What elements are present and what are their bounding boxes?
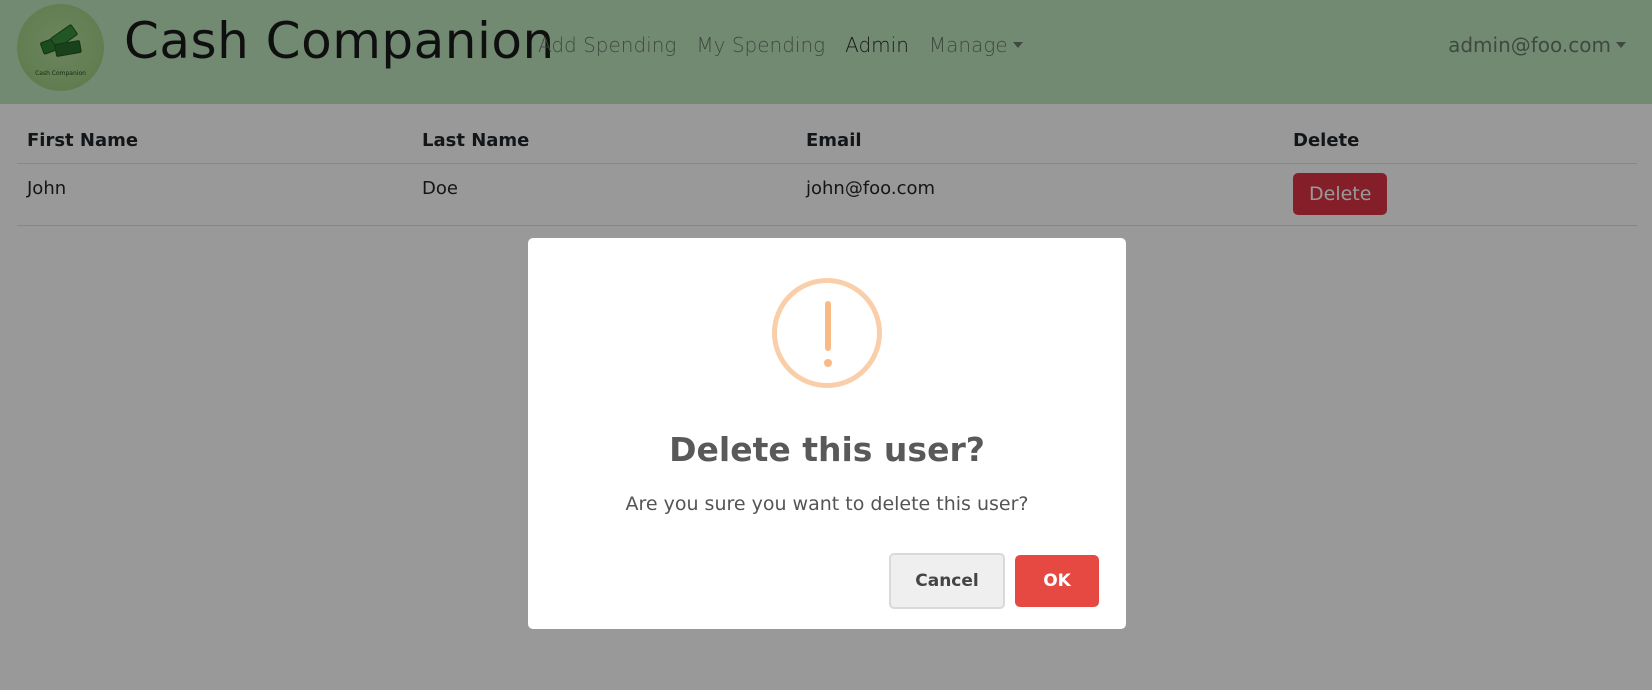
dialog-title: Delete this user?: [669, 430, 985, 469]
ok-button[interactable]: OK: [1015, 555, 1099, 607]
dialog-text: Are you sure you want to delete this use…: [625, 493, 1029, 515]
confirm-dialog: Delete this user? Are you sure you want …: [528, 238, 1126, 629]
warning-icon: [772, 278, 882, 388]
cancel-button[interactable]: Cancel: [889, 553, 1005, 609]
